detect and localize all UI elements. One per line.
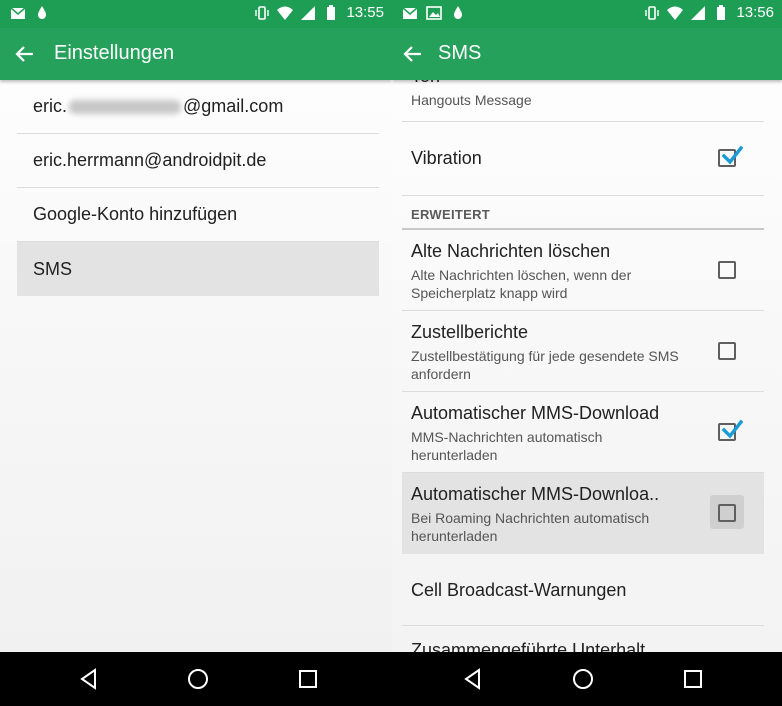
delete-old-messages-title: Alte Nachrichten löschen xyxy=(411,241,611,261)
drop-icon xyxy=(38,6,46,19)
vibration-title: Vibration xyxy=(411,148,482,168)
wifi-icon xyxy=(667,6,684,20)
home-nav-icon[interactable] xyxy=(185,666,211,692)
auto-mms-roaming-checkbox[interactable] xyxy=(718,504,736,522)
page-title: SMS xyxy=(438,42,482,64)
vibrate-icon xyxy=(645,5,660,20)
settings-screen: 13:55 Einstellungen eric. @gmail.com eric… xyxy=(0,0,392,652)
delivery-reports-checkbox[interactable] xyxy=(718,342,736,360)
account-suffix: @gmail.com xyxy=(183,96,284,116)
drop-icon xyxy=(454,6,462,19)
delete-old-messages-row[interactable]: Alte Nachrichten löschen Alte Nachrichte… xyxy=(402,230,764,311)
gmail-notification-icon xyxy=(10,7,26,19)
account-item-androidpit[interactable]: eric.herrmann@androidpit.de xyxy=(17,134,379,188)
recents-nav-icon[interactable] xyxy=(680,666,706,692)
section-header-advanced: ERWEITERT xyxy=(411,207,491,222)
checkmark-icon xyxy=(721,419,743,439)
account-prefix: eric. xyxy=(33,96,68,116)
back-arrow-icon[interactable] xyxy=(12,42,38,66)
back-arrow-icon[interactable] xyxy=(400,42,426,66)
merged-conversations-row[interactable]: Zusammengeführte Unterhalt.. xyxy=(402,626,764,652)
auto-mms-download-sub: MMS-Nachrichten automatisch herunterlade… xyxy=(411,429,603,463)
account-item-sms[interactable]: SMS xyxy=(17,242,379,296)
battery-icon xyxy=(327,4,336,20)
vibration-checkbox[interactable] xyxy=(718,145,743,167)
auto-mms-roaming-title: Automatischer MMS-Downloa.. xyxy=(411,484,660,504)
vibration-row[interactable]: Vibration xyxy=(402,122,764,196)
navigation-bar xyxy=(0,652,782,706)
delivery-reports-row[interactable]: Zustellberichte Zustellbestätigung für j… xyxy=(402,311,764,392)
signal-icon xyxy=(301,5,316,20)
redacted-text xyxy=(69,99,182,114)
recents-nav-icon[interactable] xyxy=(295,666,321,692)
back-nav-icon[interactable] xyxy=(460,666,486,692)
page-title: Einstellungen xyxy=(54,42,175,64)
ringtone-value: Hangouts Message xyxy=(411,92,532,108)
settings-list: Ton Hangouts Message Vibration ERWEITERT… xyxy=(402,66,764,652)
auto-mms-download-row[interactable]: Automatischer MMS-Download MMS-Nachricht… xyxy=(402,392,764,473)
status-clock: 13:56 xyxy=(736,4,774,21)
wifi-icon xyxy=(277,6,294,20)
account-list: eric. @gmail.com eric.herrmann@androidpit… xyxy=(17,80,379,296)
sms-settings-screen: 13:56 SMS Ton Hangouts Message Vibration… xyxy=(392,0,782,652)
delete-old-messages-sub: Alte Nachrichten löschen, wenn der Speic… xyxy=(411,267,632,301)
delivery-reports-title: Zustellberichte xyxy=(411,322,529,342)
vibrate-icon xyxy=(255,5,270,20)
app-toolbar: Einstellungen xyxy=(0,28,392,80)
account-item-gmail[interactable]: eric. @gmail.com xyxy=(17,80,379,134)
auto-mms-roaming-sub: Bei Roaming Nachrichten automatisch heru… xyxy=(411,510,650,544)
cell-broadcast-row[interactable]: Cell Broadcast-Warnungen xyxy=(402,554,764,626)
battery-icon xyxy=(717,4,726,20)
cell-broadcast-title: Cell Broadcast-Warnungen xyxy=(411,580,627,600)
delete-old-messages-checkbox[interactable] xyxy=(718,261,736,279)
app-toolbar: SMS xyxy=(392,28,782,80)
signal-icon xyxy=(691,5,706,20)
back-nav-icon[interactable] xyxy=(76,666,102,692)
ringtone-row[interactable]: Ton Hangouts Message xyxy=(402,66,764,122)
status-clock: 13:55 xyxy=(346,4,384,21)
auto-mms-roaming-row[interactable]: Automatischer MMS-Downloa.. Bei Roaming … xyxy=(402,473,764,554)
gmail-notification-icon xyxy=(402,7,418,19)
checkmark-icon xyxy=(721,145,743,165)
auto-mms-download-checkbox[interactable] xyxy=(718,419,743,441)
auto-mms-download-title: Automatischer MMS-Download xyxy=(411,403,660,423)
merged-conversations-title: Zusammengeführte Unterhalt.. xyxy=(411,640,656,652)
status-bar: 13:55 xyxy=(0,0,392,28)
delivery-reports-sub: Zustellbestätigung für jede gesendete SM… xyxy=(411,348,679,382)
add-google-account[interactable]: Google-Konto hinzufügen xyxy=(17,188,379,242)
home-nav-icon[interactable] xyxy=(570,666,596,692)
image-icon xyxy=(426,6,442,20)
status-bar: 13:56 xyxy=(392,0,782,28)
